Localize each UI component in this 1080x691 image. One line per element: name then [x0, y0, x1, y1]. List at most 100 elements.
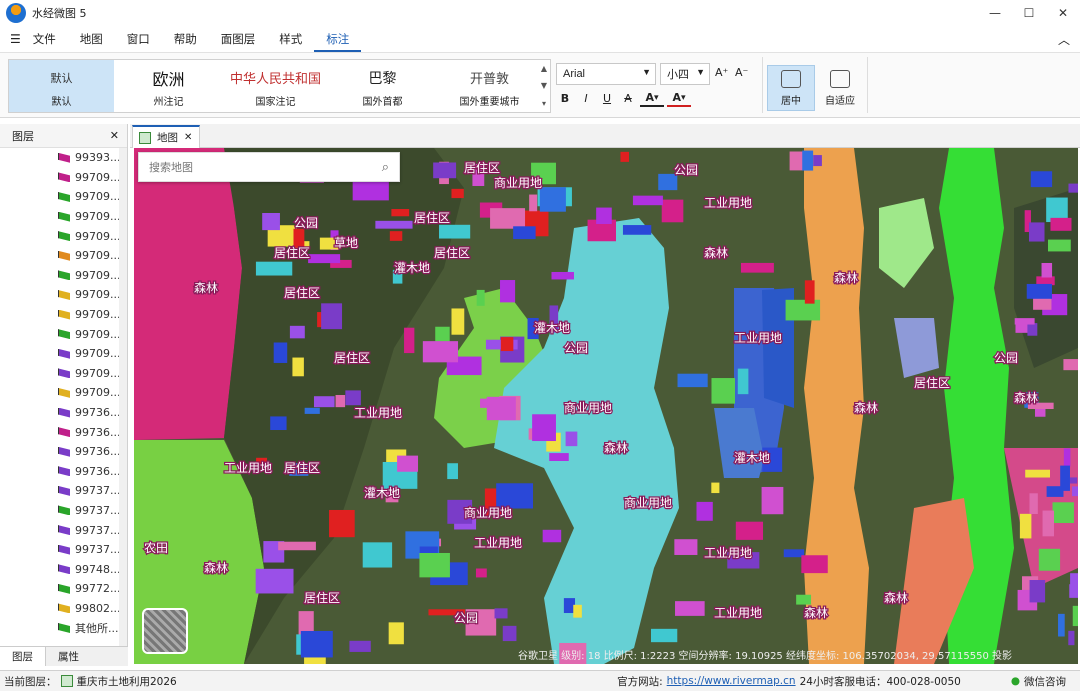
land-parcel[interactable]: [389, 231, 403, 241]
land-parcel[interactable]: [1038, 548, 1061, 571]
land-parcel[interactable]: [735, 521, 764, 540]
land-parcel[interactable]: [255, 568, 294, 594]
land-parcel[interactable]: [1068, 183, 1078, 193]
layer-item[interactable]: 99709...: [0, 344, 127, 364]
land-parcel[interactable]: [651, 628, 678, 643]
land-parcel[interactable]: [1034, 408, 1046, 417]
land-parcel[interactable]: [796, 594, 812, 605]
land-parcel[interactable]: [289, 325, 305, 339]
land-parcel[interactable]: [292, 357, 304, 377]
search-input[interactable]: [149, 160, 349, 174]
land-parcel[interactable]: [804, 280, 815, 304]
layer-item[interactable]: 99772...: [0, 579, 127, 599]
land-parcel[interactable]: [404, 327, 415, 354]
website-link[interactable]: https://www.rivermap.cn: [667, 675, 796, 687]
land-parcel[interactable]: [388, 622, 404, 645]
land-parcel[interactable]: [674, 539, 698, 555]
forest-parcel[interactable]: [134, 148, 242, 440]
land-parcel[interactable]: [496, 483, 534, 509]
land-parcel[interactable]: [632, 195, 663, 206]
layer-item[interactable]: 99709...: [0, 383, 127, 403]
underline-button[interactable]: U: [598, 89, 616, 107]
layer-item[interactable]: 99736...: [0, 422, 127, 442]
land-parcel[interactable]: [1063, 359, 1078, 371]
close-icon[interactable]: ✕: [110, 129, 119, 142]
land-parcel[interactable]: [737, 368, 749, 395]
land-parcel[interactable]: [502, 625, 517, 642]
layer-item[interactable]: 99737...: [0, 520, 127, 540]
land-parcel[interactable]: [293, 228, 305, 248]
map-canvas[interactable]: 居住区 商业用地 公园 居住区 草地 居住区 公园 工业用地 居住区 灌木地 森林 居住区 灌木地 公园居…: [134, 148, 1078, 664]
label-style-item[interactable]: 默认 默认: [9, 60, 114, 112]
land-parcel[interactable]: [1050, 217, 1072, 231]
land-parcel[interactable]: [565, 431, 578, 447]
layer-item[interactable]: 99709...: [0, 246, 127, 266]
land-parcel[interactable]: [677, 373, 708, 388]
label-style-item[interactable]: 欧洲 州注记: [116, 60, 221, 112]
tab-properties[interactable]: 属性: [46, 647, 91, 666]
land-parcel[interactable]: [349, 640, 371, 652]
land-parcel[interactable]: [375, 220, 413, 229]
land-parcel[interactable]: [532, 414, 556, 442]
layer-item[interactable]: 99709...: [0, 285, 127, 305]
land-parcel[interactable]: [313, 396, 335, 408]
land-parcel[interactable]: [273, 342, 288, 363]
land-parcel[interactable]: [475, 568, 487, 578]
land-parcel[interactable]: [451, 308, 465, 335]
grow-font-button[interactable]: A⁺: [715, 66, 728, 79]
land-parcel[interactable]: [622, 225, 652, 235]
land-parcel[interactable]: [335, 395, 346, 408]
land-parcel[interactable]: [435, 326, 450, 342]
menu-item[interactable]: 文件: [21, 26, 68, 52]
gallery-scroll[interactable]: ▲ ▼ ▾: [538, 60, 550, 112]
layer-item[interactable]: 其他所...: [0, 618, 127, 638]
layer-item[interactable]: 99709...: [0, 207, 127, 227]
land-parcel[interactable]: [362, 542, 393, 568]
basemap-switch-button[interactable]: [142, 608, 188, 654]
land-parcel[interactable]: [1026, 283, 1052, 299]
layer-item[interactable]: 99709...: [0, 226, 127, 246]
label-style-item[interactable]: 中华人民共和国 国家注记: [223, 60, 328, 112]
land-parcel[interactable]: [761, 486, 784, 515]
layer-item[interactable]: 99736...: [0, 403, 127, 423]
land-parcel[interactable]: [391, 209, 410, 217]
land-parcel[interactable]: [740, 262, 774, 273]
land-parcel[interactable]: [801, 555, 828, 574]
label-style-item[interactable]: 开普敦 国外重要城市: [437, 60, 542, 112]
land-parcel[interactable]: [345, 390, 361, 406]
expand-icon[interactable]: ▾: [542, 99, 546, 108]
layer-item[interactable]: 99737...: [0, 501, 127, 521]
menu-item[interactable]: 样式: [267, 26, 314, 52]
land-parcel[interactable]: [500, 337, 514, 352]
land-parcel[interactable]: [1063, 448, 1071, 467]
land-parcel[interactable]: [1029, 493, 1038, 515]
land-parcel[interactable]: [304, 407, 320, 414]
land-parcel[interactable]: [529, 194, 538, 212]
land-parcel[interactable]: [1042, 510, 1055, 537]
land-parcel[interactable]: [480, 398, 508, 408]
land-parcel[interactable]: [711, 482, 720, 494]
land-parcel[interactable]: [783, 549, 805, 558]
land-parcel[interactable]: [1068, 630, 1075, 646]
land-parcel[interactable]: [1041, 262, 1053, 278]
collapse-ribbon-icon[interactable]: ︿: [1058, 31, 1070, 48]
land-parcel[interactable]: [476, 289, 485, 306]
land-parcel[interactable]: [573, 604, 582, 618]
land-parcel[interactable]: [278, 541, 316, 551]
land-parcel[interactable]: [1014, 318, 1035, 325]
autofit-button[interactable]: 自适应: [816, 65, 864, 111]
layer-item[interactable]: 99748...: [0, 559, 127, 579]
land-parcel[interactable]: [321, 303, 343, 330]
land-parcel[interactable]: [596, 207, 612, 224]
layer-item[interactable]: 99709...: [0, 324, 127, 344]
map-search-box[interactable]: ⌕: [138, 152, 400, 182]
close-button[interactable]: ✕: [1046, 0, 1080, 26]
center-align-button[interactable]: 居中: [767, 65, 815, 111]
hamburger-icon[interactable]: ☰: [10, 32, 21, 46]
map-layer[interactable]: 居住区商业用地公园 居住区草地居住区公园工业用地居住区灌木地森林 居住区灌木地公园居…: [134, 148, 1078, 664]
layer-item[interactable]: 99802...: [0, 599, 127, 619]
land-parcel[interactable]: [308, 254, 341, 264]
land-parcel[interactable]: [711, 378, 735, 404]
land-parcel[interactable]: [539, 187, 566, 212]
land-parcel[interactable]: [329, 509, 355, 538]
